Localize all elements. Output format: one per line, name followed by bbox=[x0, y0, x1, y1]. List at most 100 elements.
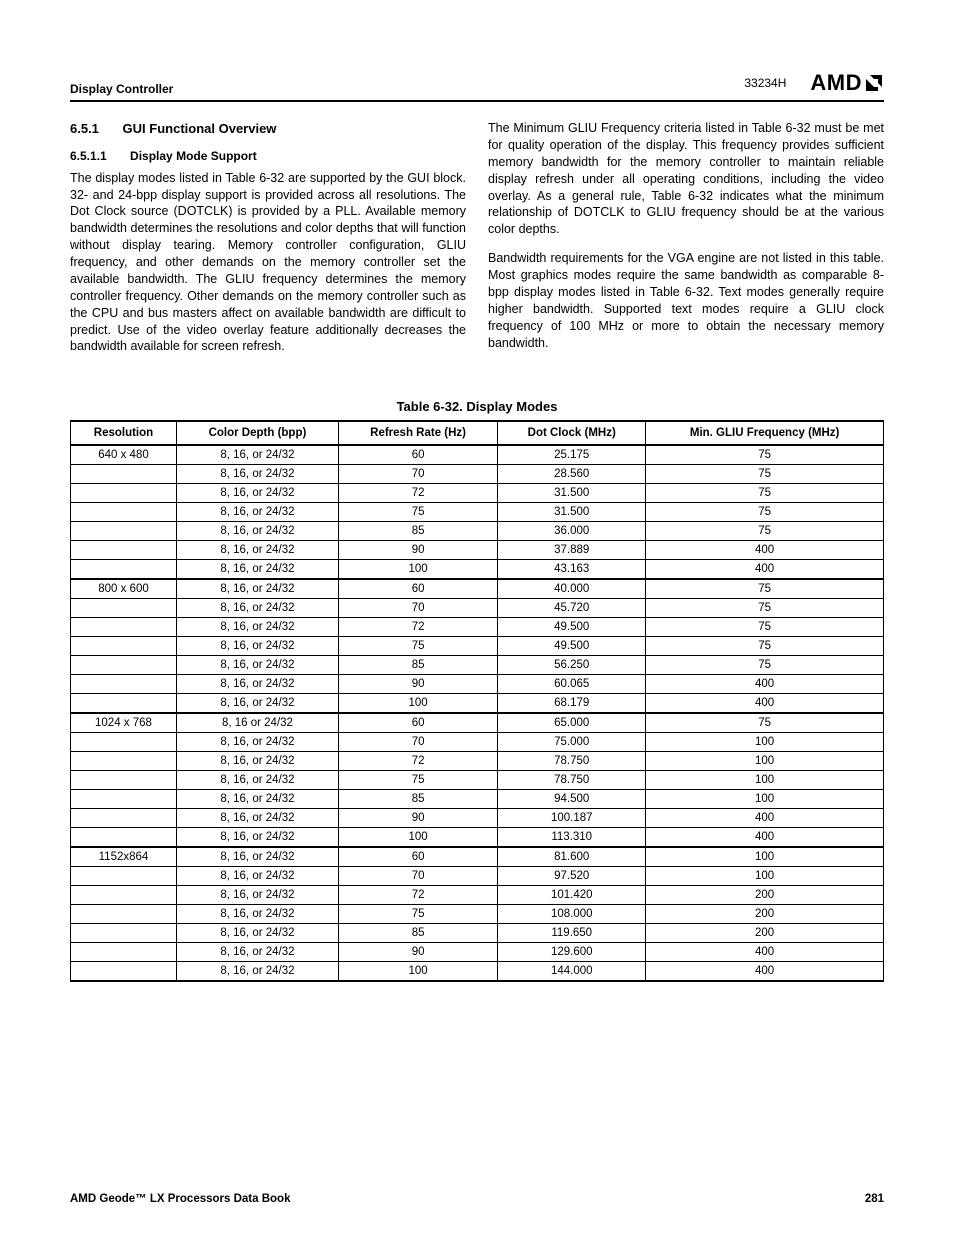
cell-min-gliu: 75 bbox=[646, 599, 884, 618]
content-columns: 6.5.1 GUI Functional Overview 6.5.1.1 Di… bbox=[70, 120, 884, 367]
cell-dot-clock: 100.187 bbox=[498, 809, 646, 828]
table-row: 8, 16, or 24/327278.750100 bbox=[71, 752, 884, 771]
table-row: 8, 16, or 24/329060.065400 bbox=[71, 675, 884, 694]
cell-refresh-rate: 72 bbox=[338, 752, 497, 771]
cell-color-depth: 8, 16, or 24/32 bbox=[176, 503, 338, 522]
cell-resolution bbox=[71, 675, 177, 694]
cell-min-gliu: 400 bbox=[646, 541, 884, 560]
cell-resolution bbox=[71, 599, 177, 618]
cell-resolution bbox=[71, 484, 177, 503]
cell-color-depth: 8, 16, or 24/32 bbox=[176, 522, 338, 541]
cell-refresh-rate: 75 bbox=[338, 771, 497, 790]
cell-min-gliu: 75 bbox=[646, 465, 884, 484]
table-row: 640 x 4808, 16, or 24/326025.17575 bbox=[71, 445, 884, 465]
cell-min-gliu: 75 bbox=[646, 522, 884, 541]
cell-dot-clock: 119.650 bbox=[498, 924, 646, 943]
th-color-depth: Color Depth (bpp) bbox=[176, 421, 338, 445]
cell-color-depth: 8, 16, or 24/32 bbox=[176, 847, 338, 867]
cell-color-depth: 8, 16, or 24/32 bbox=[176, 541, 338, 560]
table-row: 8, 16, or 24/328556.25075 bbox=[71, 656, 884, 675]
cell-refresh-rate: 72 bbox=[338, 618, 497, 637]
table-row: 1152x8648, 16, or 24/326081.600100 bbox=[71, 847, 884, 867]
cell-min-gliu: 400 bbox=[646, 560, 884, 580]
cell-resolution bbox=[71, 637, 177, 656]
cell-dot-clock: 49.500 bbox=[498, 637, 646, 656]
cell-color-depth: 8, 16, or 24/32 bbox=[176, 867, 338, 886]
cell-dot-clock: 101.420 bbox=[498, 886, 646, 905]
cell-dot-clock: 78.750 bbox=[498, 752, 646, 771]
cell-min-gliu: 400 bbox=[646, 694, 884, 714]
cell-color-depth: 8, 16, or 24/32 bbox=[176, 599, 338, 618]
cell-dot-clock: 94.500 bbox=[498, 790, 646, 809]
cell-min-gliu: 200 bbox=[646, 924, 884, 943]
cell-min-gliu: 400 bbox=[646, 675, 884, 694]
cell-refresh-rate: 100 bbox=[338, 962, 497, 982]
cell-color-depth: 8, 16, or 24/32 bbox=[176, 694, 338, 714]
table-row: 8, 16, or 24/328594.500100 bbox=[71, 790, 884, 809]
cell-resolution bbox=[71, 465, 177, 484]
cell-color-depth: 8, 16, or 24/32 bbox=[176, 637, 338, 656]
cell-dot-clock: 56.250 bbox=[498, 656, 646, 675]
subsection-title: Display Mode Support bbox=[130, 149, 257, 163]
cell-dot-clock: 28.560 bbox=[498, 465, 646, 484]
cell-dot-clock: 144.000 bbox=[498, 962, 646, 982]
cell-refresh-rate: 70 bbox=[338, 867, 497, 886]
section-title: GUI Functional Overview bbox=[123, 121, 277, 136]
cell-refresh-rate: 75 bbox=[338, 503, 497, 522]
cell-color-depth: 8, 16, or 24/32 bbox=[176, 771, 338, 790]
cell-min-gliu: 75 bbox=[646, 503, 884, 522]
cell-resolution bbox=[71, 694, 177, 714]
table-row: 8, 16, or 24/327249.50075 bbox=[71, 618, 884, 637]
cell-resolution bbox=[71, 867, 177, 886]
cell-refresh-rate: 70 bbox=[338, 465, 497, 484]
cell-dot-clock: 40.000 bbox=[498, 579, 646, 599]
cell-color-depth: 8, 16 or 24/32 bbox=[176, 713, 338, 733]
header-section: Display Controller bbox=[70, 82, 173, 96]
right-column: The Minimum GLIU Frequency criteria list… bbox=[488, 120, 884, 367]
paragraph-right-2: Bandwidth requirements for the VGA engin… bbox=[488, 250, 884, 351]
header-right: 33234H AMD bbox=[744, 70, 884, 96]
cell-refresh-rate: 100 bbox=[338, 694, 497, 714]
paragraph-left-1: The display modes listed in Table 6-32 a… bbox=[70, 170, 466, 356]
cell-dot-clock: 113.310 bbox=[498, 828, 646, 848]
cell-color-depth: 8, 16, or 24/32 bbox=[176, 675, 338, 694]
table-row: 8, 16, or 24/3210068.179400 bbox=[71, 694, 884, 714]
cell-color-depth: 8, 16, or 24/32 bbox=[176, 445, 338, 465]
cell-resolution: 1024 x 768 bbox=[71, 713, 177, 733]
cell-refresh-rate: 85 bbox=[338, 656, 497, 675]
table-row: 8, 16, or 24/32100144.000400 bbox=[71, 962, 884, 982]
table-caption: Table 6-32. Display Modes bbox=[70, 399, 884, 414]
page-header: Display Controller 33234H AMD bbox=[70, 70, 884, 102]
cell-color-depth: 8, 16, or 24/32 bbox=[176, 924, 338, 943]
cell-resolution bbox=[71, 924, 177, 943]
cell-color-depth: 8, 16, or 24/32 bbox=[176, 656, 338, 675]
cell-dot-clock: 25.175 bbox=[498, 445, 646, 465]
cell-refresh-rate: 85 bbox=[338, 522, 497, 541]
cell-color-depth: 8, 16, or 24/32 bbox=[176, 733, 338, 752]
cell-min-gliu: 75 bbox=[646, 637, 884, 656]
cell-min-gliu: 100 bbox=[646, 771, 884, 790]
table-row: 8, 16, or 24/327231.50075 bbox=[71, 484, 884, 503]
cell-min-gliu: 75 bbox=[646, 445, 884, 465]
cell-refresh-rate: 90 bbox=[338, 943, 497, 962]
th-refresh-rate: Refresh Rate (Hz) bbox=[338, 421, 497, 445]
cell-min-gliu: 100 bbox=[646, 752, 884, 771]
cell-refresh-rate: 100 bbox=[338, 560, 497, 580]
cell-resolution bbox=[71, 560, 177, 580]
cell-refresh-rate: 60 bbox=[338, 445, 497, 465]
table-header-row: Resolution Color Depth (bpp) Refresh Rat… bbox=[71, 421, 884, 445]
cell-color-depth: 8, 16, or 24/32 bbox=[176, 618, 338, 637]
cell-min-gliu: 75 bbox=[646, 618, 884, 637]
cell-dot-clock: 75.000 bbox=[498, 733, 646, 752]
cell-dot-clock: 129.600 bbox=[498, 943, 646, 962]
cell-min-gliu: 100 bbox=[646, 847, 884, 867]
th-min-gliu: Min. GLIU Frequency (MHz) bbox=[646, 421, 884, 445]
cell-min-gliu: 100 bbox=[646, 867, 884, 886]
cell-min-gliu: 200 bbox=[646, 905, 884, 924]
amd-logo-text: AMD bbox=[810, 70, 862, 96]
cell-resolution bbox=[71, 905, 177, 924]
section-number: 6.5.1 bbox=[70, 121, 99, 136]
cell-resolution bbox=[71, 886, 177, 905]
cell-refresh-rate: 75 bbox=[338, 905, 497, 924]
footer-right: 281 bbox=[865, 1193, 884, 1205]
